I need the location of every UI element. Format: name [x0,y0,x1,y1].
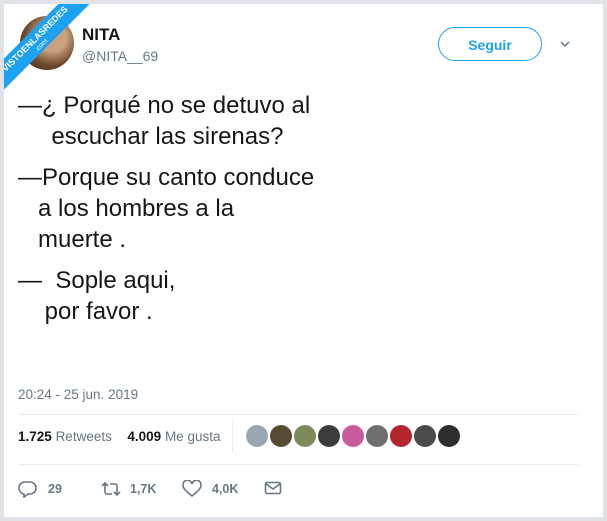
likes-count[interactable]: 4.009 [127,429,161,444]
tweet-line: —Porque su canto conduce [18,164,315,191]
divider [18,464,578,465]
tweet-line [18,255,578,265]
heart-icon [182,480,202,498]
likes-label[interactable]: Me gusta [165,429,221,444]
liker-avatar[interactable] [294,425,316,447]
liker-avatars [246,425,462,449]
chevron-down-icon[interactable] [560,40,570,48]
tweet-line: — Sople aqui, [18,267,176,294]
reply-count: 29 [48,482,62,496]
watermark-ribbon: VISTOENLASREDES .com [4,4,114,114]
tweet-line [18,152,578,162]
liker-avatar[interactable] [438,425,460,447]
liker-avatar[interactable] [270,425,292,447]
like-count: 4,0K [212,482,239,496]
tweet-line: por favor . [18,298,153,325]
retweet-icon [101,481,121,497]
tweet-line: muerte . [18,226,127,253]
divider [18,414,578,415]
retweet-count: 1,7K [130,482,157,496]
liker-avatar[interactable] [342,425,364,447]
tweet-text: —¿ Porqué no se detuvo al escuchar las s… [18,90,578,327]
liker-avatar[interactable] [414,425,436,447]
reply-icon [18,481,37,498]
liker-avatar[interactable] [318,425,340,447]
tweet-stats: 1.725 Retweets 4.009 Me gusta [18,429,220,444]
tweet-line: escuchar las sirenas? [18,123,284,150]
stats-separator [232,421,233,453]
liker-avatar[interactable] [246,425,268,447]
tweet-line: a los hombres a la [18,195,235,222]
retweets-count[interactable]: 1.725 [18,429,52,444]
tweet-card: VISTOENLASREDES .com NITA @NITA__69 Segu… [4,4,603,517]
watermark-text: VISTOENLASREDES [4,4,70,74]
liker-avatar[interactable] [390,425,412,447]
liker-avatar[interactable] [366,425,388,447]
tweet-timestamp[interactable]: 20:24 - 25 jun. 2019 [18,387,138,402]
follow-button[interactable]: Seguir [438,27,542,61]
watermark-label: VISTOENLASREDES .com [4,4,98,102]
retweets-label[interactable]: Retweets [56,429,112,444]
envelope-icon [264,481,282,495]
